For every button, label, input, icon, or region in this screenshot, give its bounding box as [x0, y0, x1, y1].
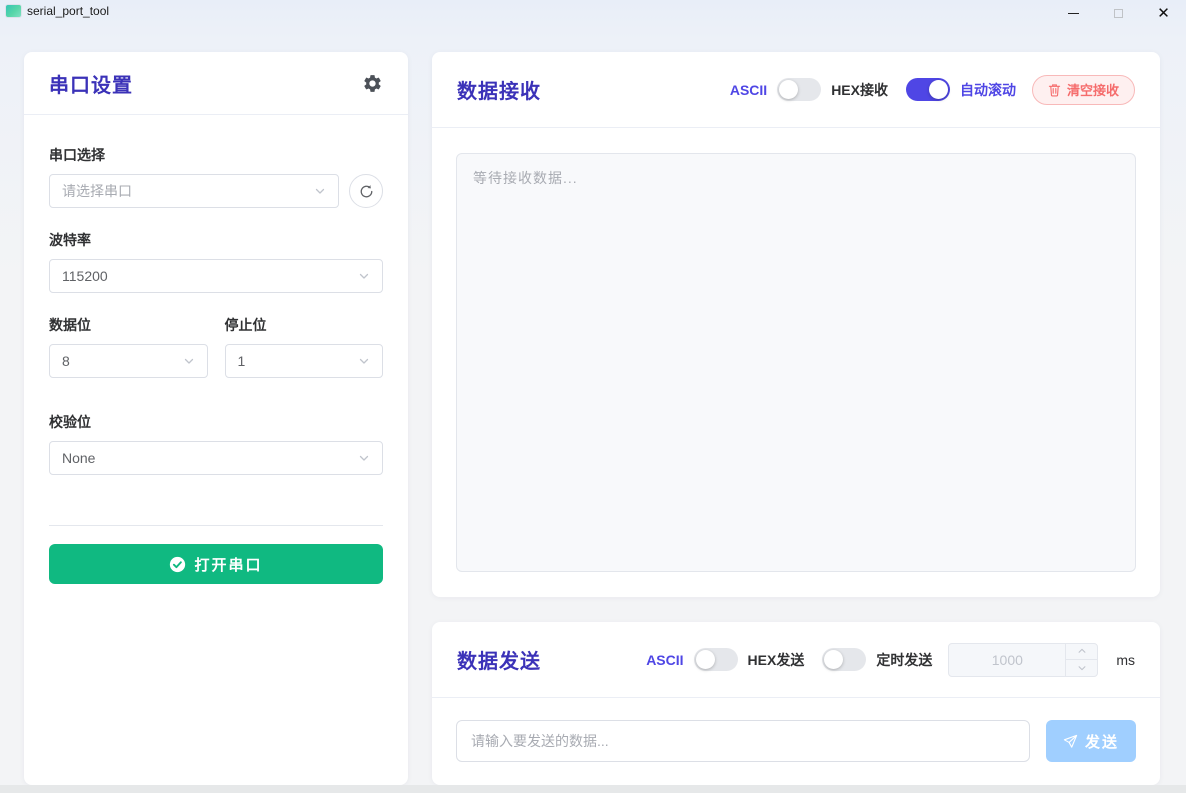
- autoscroll-label: 自动滚动: [960, 80, 1016, 100]
- data-bits-select[interactable]: 8: [49, 344, 208, 378]
- open-port-button-label: 打开串口: [194, 554, 262, 575]
- serial-settings-title: 串口设置: [49, 69, 133, 98]
- close-icon: ✕: [1157, 6, 1170, 21]
- port-select[interactable]: 请选择串口: [49, 174, 339, 208]
- minimize-icon: [1068, 13, 1079, 14]
- close-button[interactable]: ✕: [1141, 0, 1186, 26]
- open-port-button[interactable]: 打开串口: [49, 544, 383, 584]
- parity-value: None: [62, 450, 95, 466]
- receive-hex-toggle[interactable]: [777, 78, 821, 101]
- maximize-icon: [1114, 9, 1123, 18]
- interval-increase-button[interactable]: [1066, 644, 1097, 661]
- toggle-knob: [929, 80, 948, 99]
- divider: [49, 525, 383, 526]
- interval-stepper: [948, 643, 1098, 677]
- refresh-ports-button[interactable]: [349, 174, 383, 208]
- interval-unit-label: ms: [1116, 652, 1135, 668]
- app-logo-icon: [6, 5, 21, 17]
- toggle-knob: [696, 650, 715, 669]
- chevron-up-icon: [1077, 646, 1087, 656]
- timer-send-label: 定时发送: [876, 650, 932, 670]
- data-receive-title: 数据接收: [457, 75, 541, 104]
- chevron-down-icon: [358, 270, 370, 282]
- trash-icon: [1048, 83, 1061, 97]
- gear-icon[interactable]: [362, 73, 383, 94]
- app-window: serial_port_tool ✕ 串口设置 串口选择: [0, 0, 1186, 793]
- interval-input[interactable]: [949, 644, 1065, 676]
- chevron-down-icon: [183, 355, 195, 367]
- window-title: serial_port_tool: [27, 4, 109, 18]
- chevron-down-icon: [358, 452, 370, 464]
- receive-data-area[interactable]: [456, 153, 1136, 572]
- data-bits-label: 数据位: [49, 315, 208, 335]
- minimize-button[interactable]: [1051, 0, 1096, 26]
- toggle-knob: [824, 650, 843, 669]
- port-select-placeholder: 请选择串口: [62, 181, 132, 201]
- window-bottom-edge: [0, 785, 1186, 793]
- toggle-knob: [779, 80, 798, 99]
- chevron-down-icon: [1077, 663, 1087, 673]
- maximize-button[interactable]: [1096, 0, 1141, 26]
- refresh-icon: [359, 184, 374, 199]
- send-button-label: 发送: [1085, 731, 1119, 752]
- send-hex-toggle[interactable]: [694, 648, 738, 671]
- stop-bits-value: 1: [238, 353, 246, 369]
- send-plane-icon: [1063, 734, 1078, 749]
- stop-bits-select[interactable]: 1: [225, 344, 384, 378]
- clear-receive-button-label: 清空接收: [1067, 80, 1119, 99]
- stop-bits-label: 停止位: [225, 315, 384, 335]
- chevron-down-icon: [314, 185, 326, 197]
- port-select-label: 串口选择: [49, 145, 383, 165]
- serial-settings-panel: 串口设置 串口选择 请选择串口 波特率: [24, 52, 408, 785]
- receive-hex-label: HEX接收: [831, 80, 888, 100]
- data-receive-panel: 数据接收 ASCII HEX接收 自动滚动 清空接收: [432, 52, 1160, 597]
- autoscroll-toggle[interactable]: [906, 78, 950, 101]
- send-data-input[interactable]: [456, 720, 1030, 762]
- parity-select[interactable]: None: [49, 441, 383, 475]
- send-hex-label: HEX发送: [748, 650, 805, 670]
- baud-rate-label: 波特率: [49, 230, 383, 250]
- receive-ascii-label: ASCII: [730, 82, 767, 98]
- interval-decrease-button[interactable]: [1066, 660, 1097, 676]
- baud-rate-value: 115200: [62, 268, 108, 284]
- send-button[interactable]: 发送: [1046, 720, 1136, 762]
- parity-label: 校验位: [49, 412, 383, 432]
- check-circle-icon: [169, 556, 186, 573]
- data-send-panel: 数据发送 ASCII HEX发送 定时发送: [432, 622, 1160, 785]
- send-ascii-label: ASCII: [646, 652, 683, 668]
- chevron-down-icon: [358, 355, 370, 367]
- titlebar: serial_port_tool ✕: [0, 0, 1186, 28]
- data-send-title: 数据发送: [457, 645, 541, 674]
- baud-rate-select[interactable]: 115200: [49, 259, 383, 293]
- data-bits-value: 8: [62, 353, 70, 369]
- clear-receive-button[interactable]: 清空接收: [1032, 75, 1135, 105]
- timer-send-toggle[interactable]: [822, 648, 866, 671]
